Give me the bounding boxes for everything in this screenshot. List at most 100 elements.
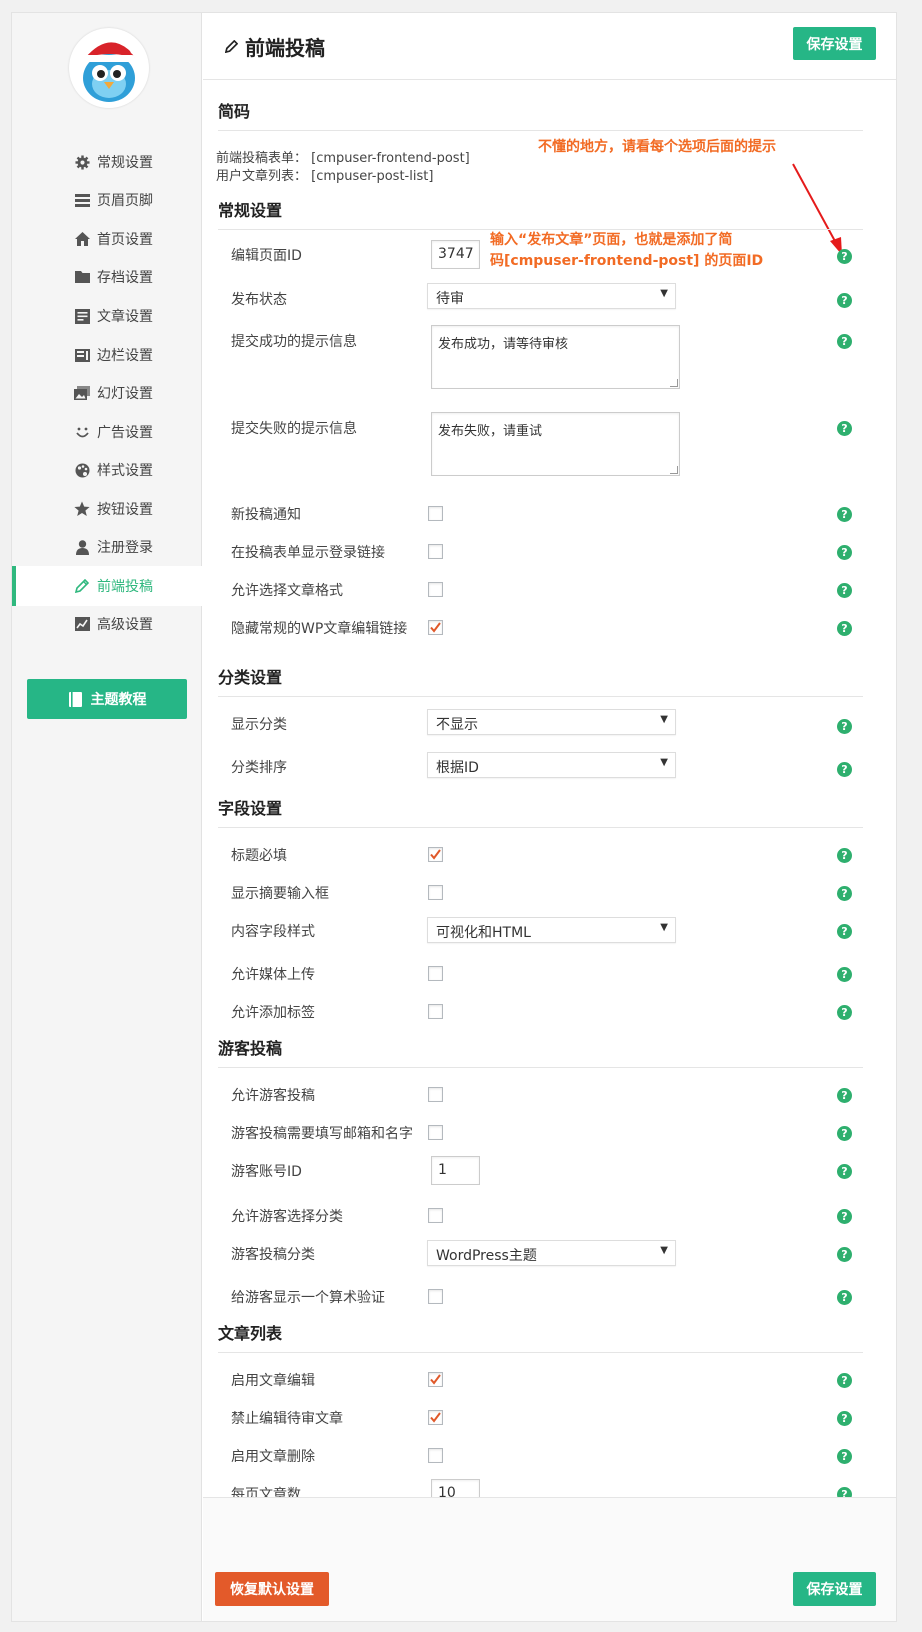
category-order-label: 分类排序 — [231, 760, 287, 776]
guest-require-email-checkbox[interactable] — [428, 1125, 443, 1140]
smile-icon — [73, 423, 91, 441]
help-icon[interactable]: ? — [837, 249, 852, 264]
help-icon[interactable]: ? — [837, 1247, 852, 1262]
sidebar-item-label: 边栏设置 — [97, 348, 153, 364]
reset-defaults-button[interactable]: 恢复默认设置 — [215, 1572, 329, 1606]
help-icon[interactable]: ? — [837, 621, 852, 636]
help-icon[interactable]: ? — [837, 1209, 852, 1224]
help-icon[interactable]: ? — [837, 967, 852, 982]
help-icon[interactable]: ? — [837, 1449, 852, 1464]
sidebar-item-style[interactable]: 样式设置 — [12, 450, 202, 490]
sidebar-item-buttons[interactable]: 按钮设置 — [12, 489, 202, 529]
slides-icon — [73, 384, 91, 402]
caret-down-icon: ▼ — [660, 757, 668, 768]
help-icon[interactable]: ? — [837, 719, 852, 734]
sidebar-item-label: 常规设置 — [97, 155, 153, 171]
sidebar-item-register-login[interactable]: 注册登录 — [12, 527, 202, 567]
sidebar-item-ads[interactable]: 广告设置 — [12, 412, 202, 452]
allow-media-checkbox[interactable] — [428, 966, 443, 981]
forbid-pending-checkbox[interactable] — [428, 1410, 443, 1425]
help-icon[interactable]: ? — [837, 1164, 852, 1179]
guest-account-id-input[interactable]: 1 — [431, 1156, 480, 1185]
forbid-pending-label: 禁止编辑待审文章 — [231, 1411, 343, 1427]
help-icon[interactable]: ? — [837, 421, 852, 436]
allow-media-label: 允许媒体上传 — [231, 967, 315, 983]
header-footer-icon — [73, 191, 91, 209]
sidebar-item-archive[interactable]: 存档设置 — [12, 257, 202, 297]
theme-tutorial-button[interactable]: 主题教程 — [27, 679, 187, 719]
help-icon[interactable]: ? — [837, 1126, 852, 1141]
title-required-label: 标题必填 — [231, 848, 287, 864]
help-icon[interactable]: ? — [837, 886, 852, 901]
enable-delete-checkbox[interactable] — [428, 1448, 443, 1463]
annotation-id-note-2: 码[cmpuser-frontend-post] 的页面ID — [490, 253, 764, 269]
publish-status-label: 发布状态 — [231, 292, 287, 308]
save-button[interactable]: 保存设置 — [793, 27, 876, 60]
guest-require-email-label: 游客投稿需要填写邮箱和名字 — [231, 1126, 413, 1142]
guest-captcha-checkbox[interactable] — [428, 1289, 443, 1304]
hide-wp-edit-label: 隐藏常规的WP文章编辑链接 — [231, 621, 408, 637]
fail-msg-textarea[interactable]: 发布失败，请重试 — [431, 412, 680, 476]
show-login-link-label: 在投稿表单显示登录链接 — [231, 545, 385, 561]
sidebar-item-home[interactable]: 首页设置 — [12, 219, 202, 259]
guest-allow-category-checkbox[interactable] — [428, 1208, 443, 1223]
sidebar-item-slides[interactable]: 幻灯设置 — [12, 373, 202, 413]
help-icon[interactable]: ? — [837, 1088, 852, 1103]
edit-page-id-input[interactable]: 3747 — [431, 240, 480, 269]
save-button-bottom[interactable]: 保存设置 — [793, 1572, 876, 1606]
sidebar-item-label: 注册登录 — [97, 540, 153, 556]
category-order-select[interactable]: 根据ID ▼ — [427, 752, 676, 778]
hide-wp-edit-checkbox[interactable] — [428, 620, 443, 635]
caret-down-icon: ▼ — [660, 922, 668, 933]
sidebar-item-label: 前端投稿 — [97, 579, 153, 595]
section-title-general: 常规设置 — [218, 197, 863, 230]
star-icon — [73, 500, 91, 518]
help-icon[interactable]: ? — [837, 1373, 852, 1388]
allow-tags-checkbox[interactable] — [428, 1004, 443, 1019]
sidebar-item-post[interactable]: 文章设置 — [12, 296, 202, 336]
resize-grip-icon[interactable] — [670, 379, 678, 387]
show-excerpt-checkbox[interactable] — [428, 885, 443, 900]
help-icon[interactable]: ? — [837, 334, 852, 349]
help-icon[interactable]: ? — [837, 762, 852, 777]
sidebar-item-sidebar[interactable]: 边栏设置 — [12, 335, 202, 375]
palette-icon — [73, 461, 91, 479]
title-required-checkbox[interactable] — [428, 847, 443, 862]
new-post-notify-checkbox[interactable] — [428, 506, 443, 521]
content-style-select[interactable]: 可视化和HTML ▼ — [427, 917, 676, 943]
help-icon[interactable]: ? — [837, 545, 852, 560]
show-category-select[interactable]: 不显示 ▼ — [427, 709, 676, 735]
success-msg-textarea[interactable]: 发布成功，请等待审核 — [431, 325, 680, 389]
sidebar-item-label: 文章设置 — [97, 309, 153, 325]
allow-guest-checkbox[interactable] — [428, 1087, 443, 1102]
help-icon[interactable]: ? — [837, 1005, 852, 1020]
fail-msg-label: 提交失败的提示信息 — [231, 421, 357, 437]
help-icon[interactable]: ? — [837, 924, 852, 939]
help-icon[interactable]: ? — [837, 1290, 852, 1305]
section-title-fields: 字段设置 — [218, 795, 863, 828]
gear-icon — [73, 153, 91, 171]
allow-guest-label: 允许游客投稿 — [231, 1088, 315, 1104]
help-icon[interactable]: ? — [837, 507, 852, 522]
edit-page-id-label: 编辑页面ID — [231, 248, 302, 264]
resize-grip-icon[interactable] — [670, 466, 678, 474]
help-icon[interactable]: ? — [837, 583, 852, 598]
checkmark-icon — [430, 849, 441, 860]
help-icon[interactable]: ? — [837, 293, 852, 308]
enable-edit-checkbox[interactable] — [428, 1372, 443, 1387]
sidebar-item-label: 样式设置 — [97, 463, 153, 479]
user-icon — [73, 538, 91, 556]
sidebar-item-general[interactable]: 常规设置 — [12, 142, 202, 182]
sidebar-item-frontend-post[interactable]: 前端投稿 — [12, 566, 202, 606]
sidebar-item-header-footer[interactable]: 页眉页脚 — [12, 180, 202, 220]
sidebar-item-advanced[interactable]: 高级设置 — [12, 604, 202, 644]
publish-status-select[interactable]: 待审 ▼ — [427, 283, 676, 309]
help-icon[interactable]: ? — [837, 848, 852, 863]
home-icon — [73, 230, 91, 248]
section-title-guest: 游客投稿 — [218, 1035, 863, 1068]
allow-format-checkbox[interactable] — [428, 582, 443, 597]
help-icon[interactable]: ? — [837, 1411, 852, 1426]
content-style-label: 内容字段样式 — [231, 924, 315, 940]
show-login-link-checkbox[interactable] — [428, 544, 443, 559]
guest-category-select[interactable]: WordPress主题 ▼ — [427, 1240, 676, 1266]
